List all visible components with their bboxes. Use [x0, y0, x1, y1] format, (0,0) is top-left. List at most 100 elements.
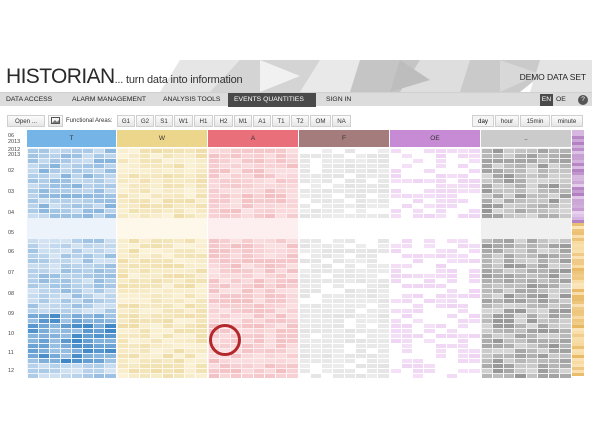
heatmap-cell[interactable] [105, 163, 116, 168]
heatmap-cell[interactable] [231, 168, 242, 173]
heatmap-cell[interactable] [526, 198, 537, 203]
heatmap-cell[interactable] [38, 273, 49, 278]
heatmap-cell[interactable] [299, 353, 310, 358]
heatmap-cell[interactable] [492, 213, 503, 218]
heatmap-cell[interactable] [515, 348, 526, 353]
heatmap-cell[interactable] [105, 323, 116, 328]
heatmap-cell[interactable] [94, 328, 105, 333]
heatmap-cell[interactable] [378, 198, 389, 203]
heatmap-cell[interactable] [72, 258, 83, 263]
heatmap-cell[interactable] [151, 268, 162, 273]
heatmap-cell[interactable] [481, 148, 492, 153]
heatmap-cell[interactable] [560, 268, 571, 273]
heatmap-cell[interactable] [526, 288, 537, 293]
heatmap-cell[interactable] [333, 278, 344, 283]
heatmap-cell[interactable] [105, 198, 116, 203]
heatmap-cell[interactable] [515, 198, 526, 203]
heatmap-cell[interactable] [151, 308, 162, 313]
heatmap-cell[interactable] [276, 273, 287, 278]
heatmap-cell[interactable] [481, 368, 492, 373]
heatmap-cell[interactable] [424, 243, 435, 248]
heatmap-cell[interactable] [504, 258, 515, 263]
heatmap-cell[interactable] [38, 153, 49, 158]
heatmap-cell[interactable] [276, 373, 287, 378]
heatmap-cell[interactable] [469, 213, 480, 218]
heatmap-cell[interactable] [310, 238, 321, 243]
heatmap-cell[interactable] [128, 258, 139, 263]
heatmap-cell[interactable] [231, 183, 242, 188]
heatmap-cell[interactable] [253, 363, 264, 368]
heatmap-cell[interactable] [140, 258, 151, 263]
heatmap-cell[interactable] [322, 348, 333, 353]
heatmap-cell[interactable] [27, 238, 38, 243]
heatmap-cell[interactable] [128, 293, 139, 298]
heatmap-cell[interactable] [94, 368, 105, 373]
heatmap-cell[interactable] [140, 208, 151, 213]
heatmap-cell[interactable] [537, 183, 548, 188]
heatmap-cell[interactable] [219, 183, 230, 188]
heatmap-cell[interactable] [140, 158, 151, 163]
heatmap-cell[interactable] [151, 253, 162, 258]
heatmap-cell[interactable] [151, 278, 162, 283]
heatmap-cell[interactable] [231, 358, 242, 363]
heatmap-cell[interactable] [378, 333, 389, 338]
heatmap-cell[interactable] [435, 263, 446, 268]
heatmap-cell[interactable] [196, 293, 207, 298]
heatmap-cell[interactable] [526, 158, 537, 163]
heatmap-cell[interactable] [38, 208, 49, 213]
heatmap-cell[interactable] [287, 303, 298, 308]
heatmap-cell[interactable] [333, 298, 344, 303]
heatmap-cell[interactable] [94, 303, 105, 308]
heatmap-cell[interactable] [208, 368, 219, 373]
heatmap-cell[interactable] [242, 363, 253, 368]
heatmap-cell[interactable] [276, 253, 287, 258]
heatmap-cell[interactable] [276, 163, 287, 168]
heatmap-cell[interactable] [173, 183, 184, 188]
heatmap-cell[interactable] [367, 163, 378, 168]
heatmap-cell[interactable] [504, 243, 515, 248]
heatmap-cell[interactable] [151, 333, 162, 338]
heatmap-cell[interactable] [242, 248, 253, 253]
heatmap-cell[interactable] [264, 298, 275, 303]
heatmap-cell[interactable] [38, 358, 49, 363]
heatmap-cell[interactable] [173, 338, 184, 343]
heatmap-cell[interactable] [38, 328, 49, 333]
heatmap-cell[interactable] [60, 318, 71, 323]
heatmap-cell[interactable] [549, 338, 560, 343]
heatmap-cell[interactable] [560, 258, 571, 263]
heatmap-cell[interactable] [299, 283, 310, 288]
heatmap-cell[interactable] [38, 313, 49, 318]
heatmap-cell[interactable] [504, 203, 515, 208]
heatmap-cell[interactable] [60, 333, 71, 338]
heatmap-cell[interactable] [264, 313, 275, 318]
heatmap-cell[interactable] [117, 278, 128, 283]
heatmap-cell[interactable] [446, 268, 457, 273]
heatmap-cell[interactable] [367, 263, 378, 268]
heatmap-cell[interactable] [83, 298, 94, 303]
heatmap-cell[interactable] [60, 153, 71, 158]
heatmap-cell[interactable] [27, 188, 38, 193]
heatmap-cell[interactable] [162, 323, 173, 328]
heatmap-cell[interactable] [231, 178, 242, 183]
heatmap-cell[interactable] [401, 363, 412, 368]
heatmap-cell[interactable] [367, 363, 378, 368]
heatmap-cell[interactable] [276, 363, 287, 368]
heatmap-cell[interactable] [253, 313, 264, 318]
heatmap-cell[interactable] [481, 283, 492, 288]
heatmap-cell[interactable] [242, 168, 253, 173]
heatmap-cell[interactable] [355, 303, 366, 308]
heatmap-cell[interactable] [549, 208, 560, 213]
heatmap-cell[interactable] [276, 328, 287, 333]
heatmap-cell[interactable] [481, 348, 492, 353]
heatmap-cell[interactable] [322, 338, 333, 343]
heatmap-cell[interactable] [515, 238, 526, 243]
heatmap-cell[interactable] [287, 323, 298, 328]
heatmap-cell[interactable] [173, 148, 184, 153]
heatmap-cell[interactable] [49, 268, 60, 273]
heatmap-cell[interactable] [390, 168, 401, 173]
heatmap-cell[interactable] [492, 148, 503, 153]
heatmap-cell[interactable] [481, 158, 492, 163]
heatmap-cell[interactable] [27, 368, 38, 373]
heatmap-cell[interactable] [355, 183, 366, 188]
heatmap-cell[interactable] [72, 348, 83, 353]
